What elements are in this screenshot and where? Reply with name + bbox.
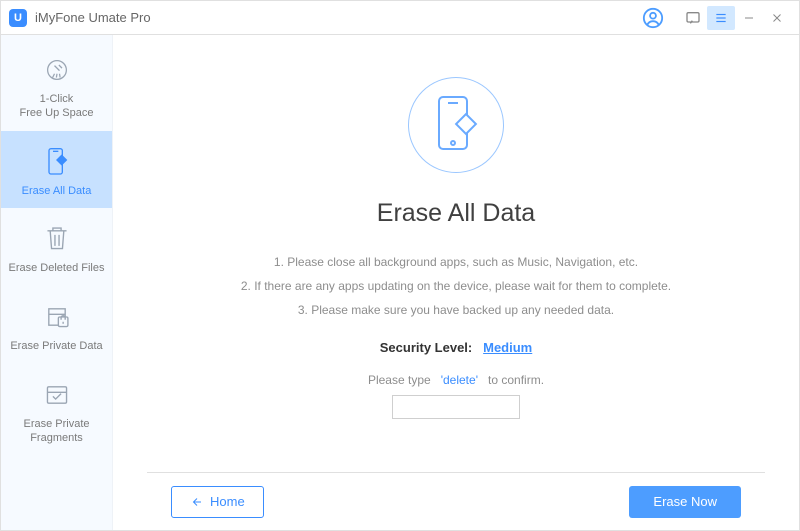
app-title: iMyFone Umate Pro (35, 10, 151, 25)
instruction-line: 2. If there are any apps updating on the… (241, 274, 671, 298)
private-data-icon (42, 300, 72, 334)
instructions: 1. Please close all background apps, suc… (241, 250, 671, 322)
trash-icon (43, 222, 71, 256)
close-button[interactable] (763, 6, 791, 30)
app-logo: U (9, 9, 27, 27)
confirm-hint: Please type 'delete' to confirm. (368, 373, 544, 387)
account-icon[interactable] (639, 6, 667, 30)
menu-icon[interactable] (707, 6, 735, 30)
sidebar-item-erase-private[interactable]: Erase Private Data (1, 286, 112, 364)
sidebar-item-freeup[interactable]: 1-Click Free Up Space (1, 39, 112, 131)
sidebar-item-label: Erase All Data (22, 185, 92, 199)
confirm-input[interactable] (392, 395, 520, 419)
titlebar: U iMyFone Umate Pro (1, 1, 799, 35)
sidebar-item-label: Erase Private Data (10, 340, 102, 354)
footer: Home Erase Now (147, 472, 765, 530)
security-level-label: Security Level: (380, 340, 473, 355)
main-panel: Erase All Data 1. Please close all backg… (113, 35, 799, 530)
hero-icon (408, 77, 504, 173)
app-window: U iMyFone Umate Pro 1-Click Free Up Spac (0, 0, 800, 531)
sidebar: 1-Click Free Up Space Erase All Data Era… (1, 35, 113, 530)
sidebar-item-erase-deleted[interactable]: Erase Deleted Files (1, 208, 112, 286)
sidebar-item-erase-fragments[interactable]: Erase Private Fragments (1, 364, 112, 456)
broom-icon (42, 53, 72, 87)
home-button[interactable]: Home (171, 486, 264, 518)
home-button-label: Home (210, 494, 245, 509)
security-level-row: Security Level: Medium (380, 340, 533, 355)
fragments-icon (42, 378, 72, 412)
erase-now-button[interactable]: Erase Now (629, 486, 741, 518)
minimize-button[interactable] (735, 6, 763, 30)
feedback-icon[interactable] (679, 6, 707, 30)
sidebar-item-label: Erase Private Fragments (23, 418, 89, 446)
instruction-line: 3. Please make sure you have backed up a… (241, 298, 671, 322)
erase-now-label: Erase Now (653, 494, 717, 509)
back-arrow-icon (190, 496, 204, 508)
security-level-link[interactable]: Medium (483, 340, 532, 355)
sidebar-item-label: Erase Deleted Files (9, 262, 105, 276)
sidebar-item-label: 1-Click Free Up Space (20, 93, 94, 121)
page-title: Erase All Data (377, 199, 535, 228)
sidebar-item-erase-all[interactable]: Erase All Data (1, 131, 112, 209)
instruction-line: 1. Please close all background apps, suc… (241, 250, 671, 274)
phone-erase-icon (43, 145, 71, 179)
